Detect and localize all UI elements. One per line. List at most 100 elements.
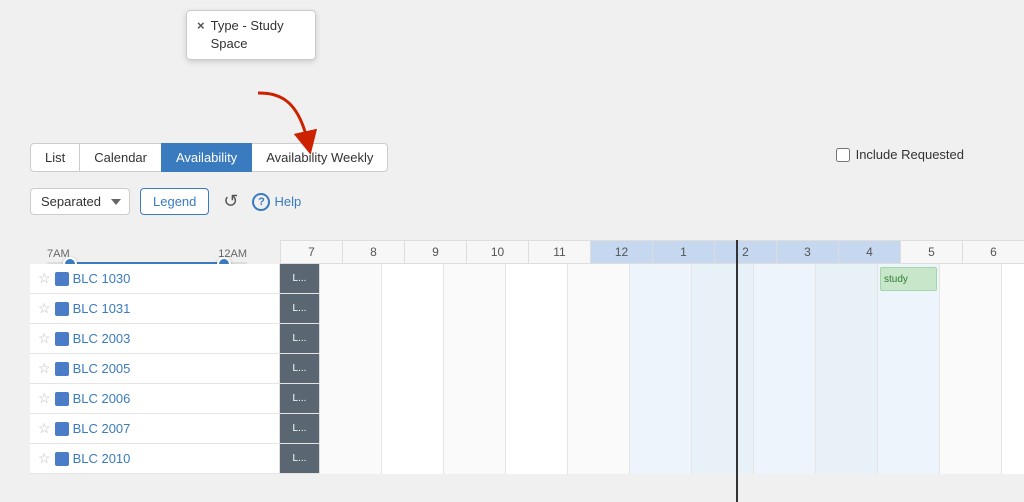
grid-cell[interactable] xyxy=(816,264,878,294)
row-type-cell[interactable]: L... xyxy=(280,354,320,383)
filter-chip-close[interactable]: × xyxy=(197,18,205,33)
grid-cell[interactable] xyxy=(754,294,816,324)
grid-cell[interactable] xyxy=(444,324,506,354)
grid-cell[interactable] xyxy=(1002,294,1024,324)
grid-cell[interactable] xyxy=(816,354,878,384)
room-name-link[interactable]: BLC 1031 xyxy=(73,301,131,316)
grid-cell[interactable] xyxy=(382,444,444,474)
grid-cell[interactable] xyxy=(754,414,816,444)
grid-cell[interactable] xyxy=(568,324,630,354)
grid-cell[interactable] xyxy=(382,324,444,354)
grid-cell[interactable] xyxy=(754,384,816,414)
grid-cell[interactable] xyxy=(940,324,1002,354)
grid-cell[interactable] xyxy=(940,384,1002,414)
star-icon[interactable]: ☆ xyxy=(38,300,51,317)
grid-cell[interactable] xyxy=(444,444,506,474)
grid-cell[interactable] xyxy=(1002,414,1024,444)
room-name-link[interactable]: BLC 2007 xyxy=(73,421,131,436)
grid-cell[interactable] xyxy=(506,324,568,354)
grid-cell[interactable] xyxy=(692,264,754,294)
grid-cell[interactable] xyxy=(506,264,568,294)
room-name-link[interactable]: BLC 2005 xyxy=(73,361,131,376)
grid-cell[interactable] xyxy=(878,324,940,354)
room-name-link[interactable]: BLC 2010 xyxy=(73,451,131,466)
grid-cell[interactable] xyxy=(692,444,754,474)
grid-cell[interactable] xyxy=(816,414,878,444)
grid-cell[interactable] xyxy=(382,414,444,444)
grid-cell[interactable] xyxy=(630,414,692,444)
grid-cell[interactable] xyxy=(816,294,878,324)
grid-cell[interactable] xyxy=(692,354,754,384)
grid-cell[interactable] xyxy=(444,264,506,294)
grid-cell[interactable] xyxy=(630,444,692,474)
grid-cell[interactable] xyxy=(940,414,1002,444)
grid-cell[interactable] xyxy=(754,264,816,294)
refresh-button[interactable]: ↺ xyxy=(219,189,242,214)
grid-cell[interactable] xyxy=(506,414,568,444)
grid-cell[interactable] xyxy=(878,294,940,324)
grid-cell[interactable] xyxy=(320,324,382,354)
grid-cell[interactable] xyxy=(940,444,1002,474)
row-type-cell[interactable]: L... xyxy=(280,294,320,323)
legend-button[interactable]: Legend xyxy=(140,188,209,215)
grid-cell[interactable] xyxy=(320,414,382,444)
grid-cell[interactable] xyxy=(1002,444,1024,474)
grid-cell[interactable] xyxy=(568,264,630,294)
grid-cell[interactable] xyxy=(754,444,816,474)
grid-cell[interactable] xyxy=(506,444,568,474)
grid-cell[interactable] xyxy=(568,294,630,324)
star-icon[interactable]: ☆ xyxy=(38,330,51,347)
grid-cell[interactable] xyxy=(1002,324,1024,354)
room-name-link[interactable]: BLC 2003 xyxy=(73,331,131,346)
grid-cell[interactable] xyxy=(878,444,940,474)
grid-cell[interactable] xyxy=(568,414,630,444)
tab-availability[interactable]: Availability xyxy=(161,143,252,172)
grid-cell[interactable] xyxy=(630,354,692,384)
grid-cell[interactable] xyxy=(320,294,382,324)
row-type-cell[interactable]: L... xyxy=(280,414,320,443)
grid-cell[interactable] xyxy=(754,324,816,354)
grid-cell[interactable] xyxy=(878,354,940,384)
grid-cell[interactable] xyxy=(816,324,878,354)
grid-cell[interactable] xyxy=(444,354,506,384)
grid-cell[interactable] xyxy=(754,354,816,384)
grid-cell[interactable] xyxy=(692,414,754,444)
star-icon[interactable]: ☆ xyxy=(38,360,51,377)
separated-dropdown[interactable]: Separated Combined xyxy=(30,188,130,215)
grid-cell[interactable] xyxy=(382,294,444,324)
grid-cell[interactable] xyxy=(630,264,692,294)
grid-cell[interactable] xyxy=(568,444,630,474)
grid-cell[interactable] xyxy=(630,384,692,414)
grid-cell[interactable] xyxy=(940,294,1002,324)
grid-cell[interactable] xyxy=(816,444,878,474)
row-type-cell[interactable]: L... xyxy=(280,324,320,353)
grid-cell[interactable] xyxy=(1002,354,1024,384)
grid-cell[interactable] xyxy=(444,294,506,324)
grid-cell[interactable] xyxy=(692,294,754,324)
star-icon[interactable]: ☆ xyxy=(38,420,51,437)
grid-cell[interactable] xyxy=(630,324,692,354)
grid-cell[interactable] xyxy=(940,354,1002,384)
grid-cell[interactable] xyxy=(382,264,444,294)
grid-cell[interactable] xyxy=(444,414,506,444)
grid-cell[interactable] xyxy=(444,384,506,414)
grid-cell[interactable] xyxy=(940,264,1002,294)
event-block[interactable]: study xyxy=(880,267,937,291)
grid-cell[interactable] xyxy=(568,354,630,384)
grid-cell[interactable] xyxy=(506,354,568,384)
star-icon[interactable]: ☆ xyxy=(38,390,51,407)
room-name-link[interactable]: BLC 1030 xyxy=(73,271,131,286)
grid-cell[interactable] xyxy=(1002,264,1024,294)
grid-cell[interactable] xyxy=(382,354,444,384)
grid-cell[interactable] xyxy=(320,384,382,414)
grid-cell[interactable] xyxy=(568,384,630,414)
grid-cell[interactable] xyxy=(630,294,692,324)
grid-cell[interactable] xyxy=(816,384,878,414)
grid-cell[interactable] xyxy=(878,384,940,414)
grid-cell[interactable] xyxy=(506,294,568,324)
room-name-link[interactable]: BLC 2006 xyxy=(73,391,131,406)
include-requested-checkbox[interactable] xyxy=(836,148,850,162)
grid-cell[interactable] xyxy=(692,384,754,414)
grid-cell[interactable]: study xyxy=(878,264,940,294)
grid-cell[interactable] xyxy=(320,264,382,294)
